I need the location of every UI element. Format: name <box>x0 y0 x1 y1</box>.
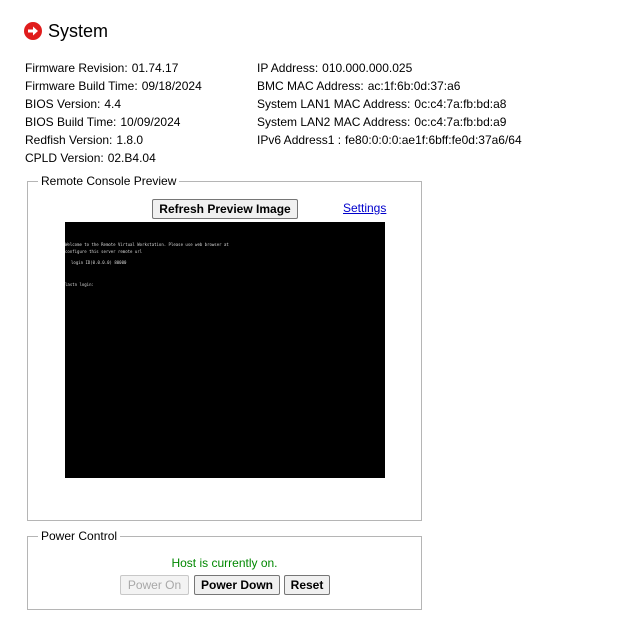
info-label: Redfish Version: <box>25 133 113 147</box>
info-row-lan2-mac: System LAN2 MAC Address: 0c:c4:7a:fb:bd:a… <box>257 115 522 133</box>
info-value: 10/09/2024 <box>120 115 181 129</box>
info-row-cpld-version: CPLD Version: 02.B4.04 <box>25 151 202 169</box>
info-value: 4.4 <box>104 97 122 111</box>
info-row-lan1-mac: System LAN1 MAC Address: 0c:c4:7a:fb:bd:a… <box>257 97 522 115</box>
power-control-legend: Power Control <box>41 529 118 543</box>
info-label: CPLD Version: <box>25 151 104 165</box>
info-label: System LAN2 MAC Address: <box>257 115 411 129</box>
info-value: 01.74.17 <box>131 61 179 75</box>
info-label: IPv6 Address1 : <box>257 133 342 147</box>
power-down-button[interactable]: Power Down <box>194 575 280 595</box>
info-value: 1.8.0 <box>116 133 144 147</box>
arrow-right-circle-icon <box>24 22 42 40</box>
info-value: 0c:c4:7a:fb:bd:a9 <box>414 115 507 129</box>
info-value: fe80:0:0:0:ae1f:6bff:fe0d:37a6/64 <box>345 133 522 147</box>
console-line: Welcome to the Remote Virtual Workstatio… <box>65 242 229 247</box>
info-label: BIOS Build Time: <box>25 115 117 129</box>
console-line: lastn login: <box>65 282 94 287</box>
page-header: System <box>24 20 108 42</box>
page-title: System <box>48 20 109 41</box>
info-row-firmware-build-time: Firmware Build Time: 09/18/2024 <box>25 79 202 97</box>
info-value: 010.000.000.025 <box>322 61 413 75</box>
info-value: 0c:c4:7a:fb:bd:a8 <box>414 97 507 111</box>
info-label: Firmware Revision: <box>25 61 128 75</box>
refresh-preview-button[interactable]: Refresh Preview Image <box>152 199 298 219</box>
info-label: BIOS Version: <box>25 97 101 111</box>
info-row-bios-version: BIOS Version: 4.4 <box>25 97 202 115</box>
info-row-bios-build-time: BIOS Build Time: 10/09/2024 <box>25 115 202 133</box>
remote-console-legend: Remote Console Preview <box>41 174 177 188</box>
firmware-info: Firmware Revision: 01.74.17 Firmware Buil… <box>25 61 202 169</box>
info-row-ipv6-address: IPv6 Address1 : fe80:0:0:0:ae1f:6bff:fe0d… <box>257 133 522 151</box>
info-label: Firmware Build Time: <box>25 79 138 93</box>
power-on-button[interactable]: Power On <box>120 575 189 595</box>
console-line: login ID(0.0.0.0) 80000 <box>71 260 127 265</box>
info-row-firmware-revision: Firmware Revision: 01.74.17 <box>25 61 202 79</box>
info-label: System LAN1 MAC Address: <box>257 97 411 111</box>
network-info: IP Address: 010.000.000.025 BMC MAC Addre… <box>257 61 522 151</box>
info-value: 02.B4.04 <box>107 151 156 165</box>
info-value: 09/18/2024 <box>141 79 202 93</box>
settings-link[interactable]: Settings <box>343 201 386 215</box>
info-row-redfish-version: Redfish Version: 1.8.0 <box>25 133 202 151</box>
console-preview-image[interactable]: Welcome to the Remote Virtual Workstatio… <box>65 222 385 478</box>
power-status-text: Host is currently on. <box>171 556 278 570</box>
reset-button[interactable]: Reset <box>284 575 330 595</box>
info-label: BMC MAC Address: <box>257 79 364 93</box>
info-value: ac:1f:6b:0d:37:a6 <box>367 79 461 93</box>
info-label: IP Address: <box>257 61 319 75</box>
console-line: configure this server remote url <box>65 249 143 254</box>
info-row-ip-address: IP Address: 010.000.000.025 <box>257 61 522 79</box>
info-row-bmc-mac: BMC MAC Address: ac:1f:6b:0d:37:a6 <box>257 79 522 97</box>
